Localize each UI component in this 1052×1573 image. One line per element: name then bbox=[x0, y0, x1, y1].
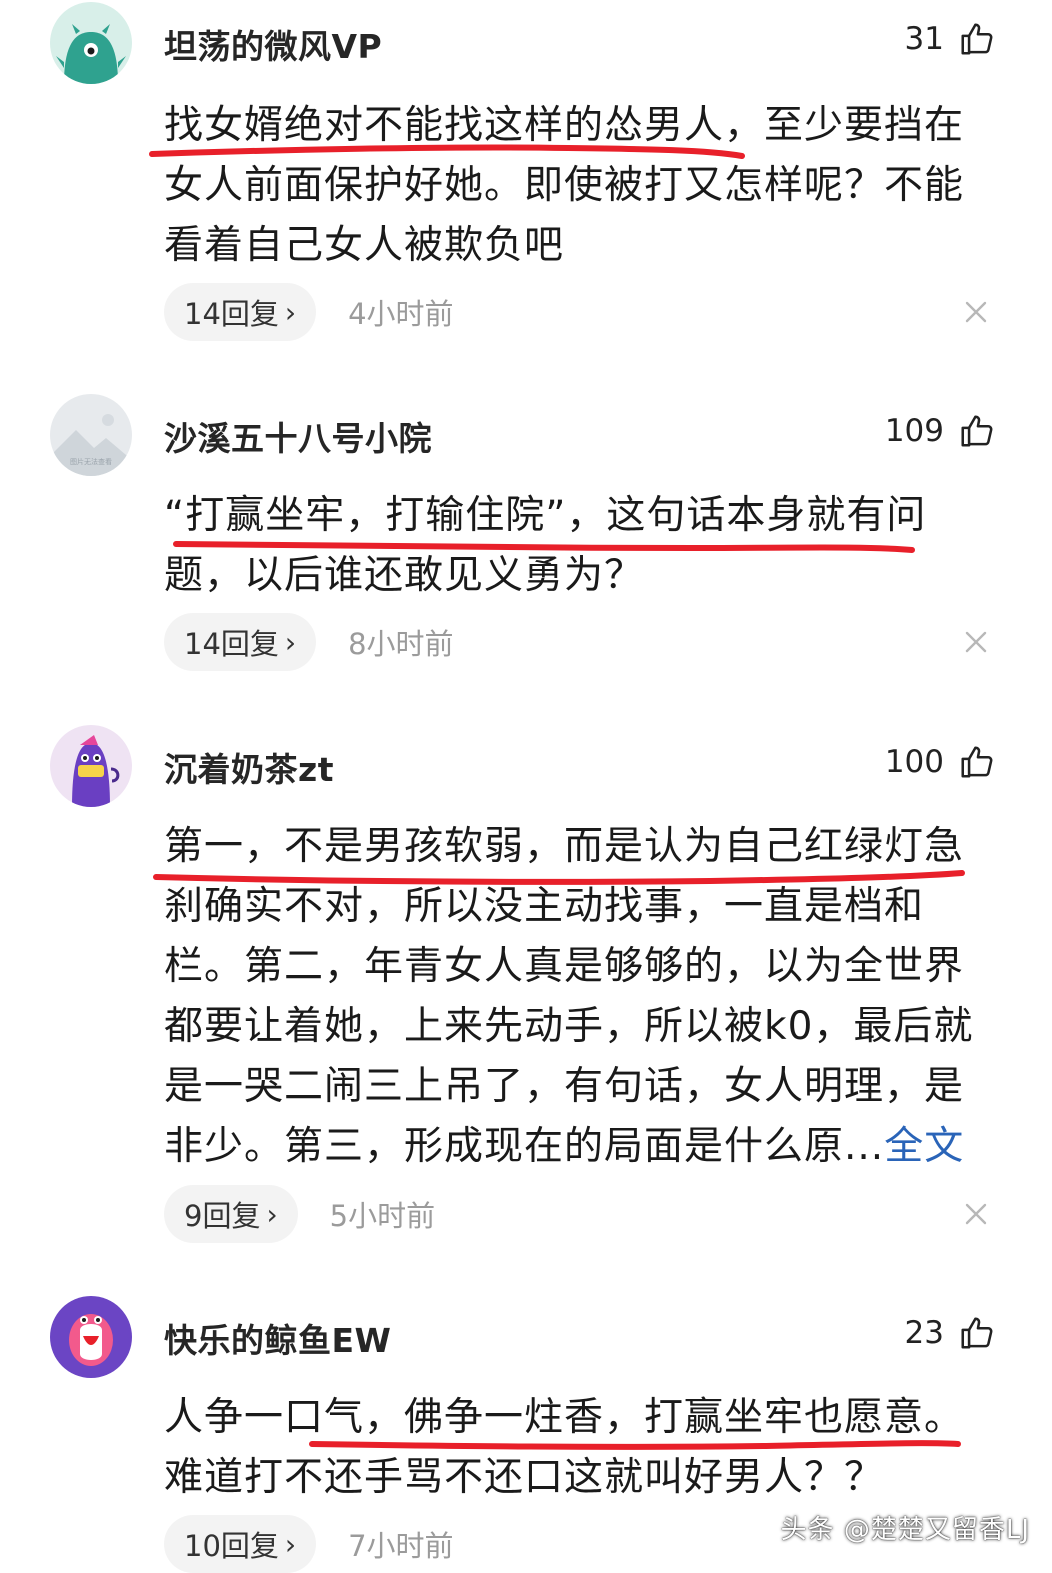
close-icon[interactable] bbox=[962, 298, 990, 326]
replies-button[interactable]: 14回复 › bbox=[164, 283, 317, 341]
thumbs-up-icon[interactable] bbox=[958, 1314, 996, 1352]
timestamp: 7小时前 bbox=[348, 1529, 454, 1563]
text-line: 看着自己女人被欺负吧 bbox=[164, 223, 565, 268]
comment-meta: 10回复 › 7小时前 bbox=[164, 1515, 454, 1573]
text-line: 难道打不还手骂不还口这就叫好男人？？ bbox=[164, 1455, 885, 1500]
like-count: 100 bbox=[884, 744, 944, 780]
text-line-tail: 非少。第三，形成现在的局面是什么原... bbox=[164, 1124, 885, 1169]
text-line: 都要让着她，上来先动手，所以被k0，最后就 bbox=[164, 1004, 974, 1049]
text-line: “打赢坐牢，打输住院”，这句话本身就有问 bbox=[164, 493, 927, 538]
comment-meta: 14回复 › 4小时前 bbox=[164, 283, 454, 341]
avatar[interactable] bbox=[50, 2, 132, 84]
thumbs-up-icon[interactable] bbox=[958, 412, 996, 450]
thumbs-up-icon[interactable] bbox=[958, 743, 996, 781]
thumbs-up-icon[interactable] bbox=[958, 20, 996, 58]
like-group[interactable]: 23 bbox=[905, 1314, 996, 1352]
replies-count: 14回复 bbox=[184, 627, 279, 661]
timestamp: 5小时前 bbox=[329, 1199, 436, 1233]
chevron-right-icon: › bbox=[284, 1527, 297, 1561]
text-line: 刹确实不对，所以没主动找事，一直是档和 bbox=[164, 884, 925, 929]
comment-text: 人争一口气，佛争一炷香，打赢坐牢也愿意。 难道打不还手骂不还口这就叫好男人？？ bbox=[164, 1388, 1004, 1508]
like-group[interactable]: 100 bbox=[885, 743, 996, 781]
full-text-link[interactable]: 全文 bbox=[884, 1124, 964, 1169]
chevron-right-icon: › bbox=[284, 295, 297, 329]
username[interactable]: 快乐的鲸鱼EW bbox=[164, 1314, 391, 1362]
replies-button[interactable]: 14回复 › bbox=[164, 613, 317, 671]
text-line: 非少。第三，形成现在的局面是什么原...全文 bbox=[164, 1117, 1004, 1177]
username[interactable]: 坦荡的微风VP bbox=[164, 20, 382, 68]
text-line: 找女婿绝对不能找这样的怂男人，至少要挡在 bbox=[164, 103, 965, 148]
text-line: 人争一口气，佛争一炷香，打赢坐牢也愿意。 bbox=[164, 1395, 965, 1440]
avatar[interactable] bbox=[50, 725, 132, 807]
username[interactable]: 沉着奶茶zt bbox=[164, 743, 334, 791]
close-icon[interactable] bbox=[962, 628, 990, 656]
comment-meta: 9回复 › 5小时前 bbox=[164, 1185, 435, 1243]
comment-text: “打赢坐牢，打输住院”，这句话本身就有问 题，以后谁还敢见义勇为？ bbox=[164, 486, 1004, 606]
like-count: 31 bbox=[904, 21, 944, 57]
avatar[interactable] bbox=[50, 1296, 132, 1378]
username[interactable]: 沙溪五十八号小院 bbox=[164, 412, 432, 460]
comment-text: 第一，不是男孩软弱，而是认为自己红绿灯急 刹确实不对，所以没主动找事，一直是档和… bbox=[164, 817, 1004, 1177]
comment-text: 找女婿绝对不能找这样的怂男人，至少要挡在 女人前面保护好她。即使被打又怎样呢？不… bbox=[164, 96, 1004, 276]
replies-button[interactable]: 9回复 › bbox=[164, 1185, 298, 1243]
like-count: 23 bbox=[904, 1315, 944, 1351]
avatar[interactable]: 图片无法查看 bbox=[50, 394, 132, 476]
timestamp: 4小时前 bbox=[348, 297, 454, 331]
comment-meta: 14回复 › 8小时前 bbox=[164, 613, 454, 671]
avatar-caption: 图片无法查看 bbox=[70, 457, 112, 466]
chevron-right-icon: › bbox=[284, 625, 297, 659]
text-line: 是一哭二闹三上吊了，有句话，女人明理，是 bbox=[164, 1064, 965, 1109]
like-group[interactable]: 31 bbox=[905, 20, 996, 58]
replies-count: 9回复 bbox=[184, 1199, 261, 1233]
watermark: 头条 @楚楚又留香LJ bbox=[780, 1515, 1030, 1545]
replies-count: 14回复 bbox=[184, 297, 279, 331]
like-count: 109 bbox=[884, 413, 944, 449]
text-line: 题，以后谁还敢见义勇为？ bbox=[164, 553, 645, 598]
timestamp: 8小时前 bbox=[348, 627, 454, 661]
text-line: 第一，不是男孩软弱，而是认为自己红绿灯急 bbox=[164, 824, 965, 869]
close-icon[interactable] bbox=[962, 1200, 990, 1228]
replies-button[interactable]: 10回复 › bbox=[164, 1515, 317, 1573]
text-line: 栏。第二，年青女人真是够够的，以为全世界 bbox=[164, 944, 965, 989]
like-group[interactable]: 109 bbox=[885, 412, 996, 450]
text-line: 女人前面保护好她。即使被打又怎样呢？不能 bbox=[164, 163, 965, 208]
chevron-right-icon: › bbox=[266, 1197, 278, 1231]
replies-count: 10回复 bbox=[184, 1529, 279, 1563]
